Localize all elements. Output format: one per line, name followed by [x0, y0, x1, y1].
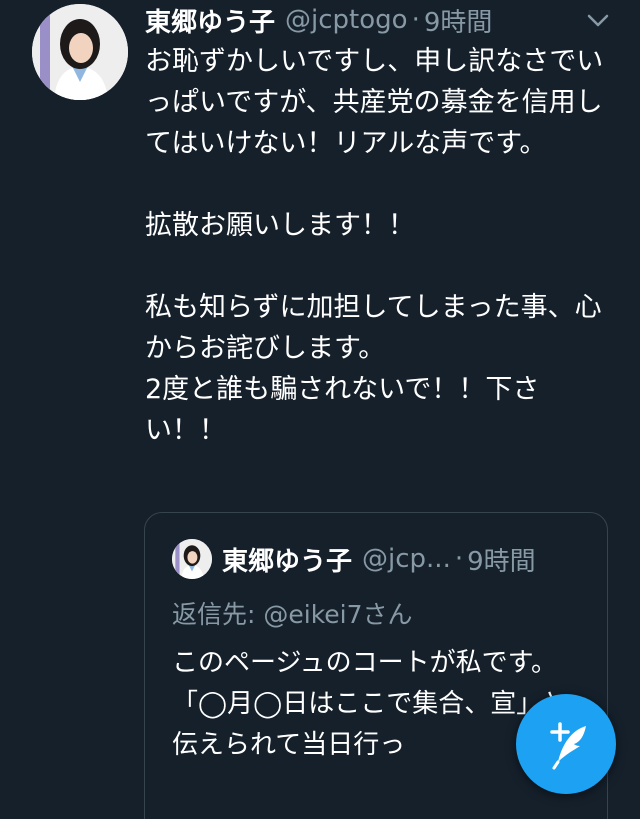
quoted-author-name: 東郷ゆう子 [222, 546, 353, 577]
header-separator: · [411, 5, 420, 35]
tweet: 東郷ゆう子 @jcptogo · 9時間 お恥ずかしいですし、申し訳なさでいっぱ… [0, 0, 640, 819]
quoted-header: 東郷ゆう子 @jcp... · 9時間 [222, 541, 536, 577]
tweet-menu-button[interactable] [584, 6, 612, 34]
profile-photo-icon [172, 539, 212, 579]
author-handle[interactable]: @jcptogo [285, 5, 408, 35]
quoted-avatar [172, 539, 212, 579]
quoted-tweet-time: 9時間 [467, 546, 536, 577]
avatar[interactable] [32, 4, 128, 100]
tweet-time[interactable]: 9時間 [424, 2, 493, 39]
tweet-header: 東郷ゆう子 @jcptogo · 9時間 [145, 2, 492, 38]
reply-suffix: さん [362, 600, 413, 629]
compose-tweet-icon [550, 722, 586, 770]
quoted-tweet-text: このページュのコートが私です。 「◯月◯日はここで集合、宣」と伝えられて当日行っ [172, 648, 569, 760]
chevron-down-icon [587, 14, 609, 27]
reply-to-line: 返信先: @eikei7さん [172, 595, 413, 631]
author-name[interactable]: 東郷ゆう子 [145, 2, 275, 39]
compose-tweet-button[interactable] [516, 694, 616, 794]
quoted-header-separator: · [454, 544, 464, 574]
profile-photo-icon [32, 4, 128, 100]
reply-mention[interactable]: @eikei7 [263, 600, 362, 629]
quoted-author-handle: @jcp... [362, 544, 451, 574]
tweet-text: お恥ずかしいですし、申し訳なさでいっぱいですが、共産党の募金を信用してはいけない… [145, 46, 604, 446]
reply-prefix: 返信先: [172, 600, 264, 629]
